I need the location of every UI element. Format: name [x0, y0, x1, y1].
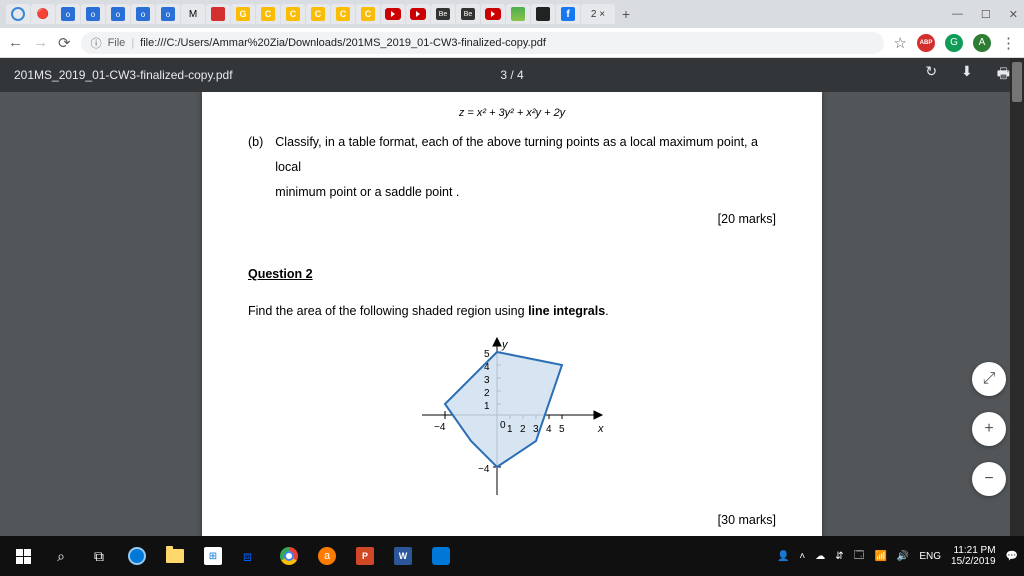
marks-label: [20 marks] — [275, 207, 776, 232]
forward-button[interactable]: → — [33, 34, 48, 51]
tab-item[interactable] — [6, 4, 30, 24]
tab-item[interactable]: f — [556, 4, 580, 24]
wifi-icon[interactable]: 📶 — [874, 551, 886, 562]
tab-item[interactable]: M — [181, 4, 205, 24]
pdf-toolbar: 201MS_2019_01-CW3-finalized-copy.pdf 3 /… — [0, 58, 1024, 92]
question-text: minimum point or a saddle point . — [275, 180, 776, 205]
tab-item[interactable]: 🔴 — [31, 4, 55, 24]
tab-item[interactable]: G — [231, 4, 255, 24]
browser-tabstrip: 🔴 o o o o o M G C C C C C Be Be f 2 × + … — [0, 0, 1024, 28]
tab-item[interactable]: C — [356, 4, 380, 24]
extension-avatar[interactable]: A — [973, 34, 991, 52]
tab-item[interactable] — [506, 4, 530, 24]
people-icon[interactable]: 👤 — [777, 551, 789, 562]
download-button[interactable]: ⬇ — [961, 63, 973, 87]
network-icon[interactable]: ⇵ — [835, 551, 843, 562]
rotate-button[interactable]: ↻ — [925, 63, 937, 87]
print-button[interactable]: 🖶 — [997, 63, 1010, 87]
equation-text: z = x² + 3y² + x²y + 2y — [248, 102, 776, 124]
tab-item[interactable]: o — [56, 4, 80, 24]
zoom-out-button[interactable]: − — [972, 462, 1006, 496]
reload-button[interactable]: ⟳ — [58, 34, 71, 52]
battery-icon[interactable]: 🗔 — [854, 548, 865, 565]
question-heading: Question 2 — [248, 262, 776, 287]
tab-item[interactable]: o — [131, 4, 155, 24]
app-word[interactable]: W — [386, 539, 420, 573]
bookmark-star[interactable]: ☆ — [894, 34, 907, 52]
notifications-icon[interactable]: 💬 — [1006, 551, 1018, 562]
extension-green[interactable]: G — [945, 34, 963, 52]
app-powerpoint[interactable]: P — [348, 539, 382, 573]
tab-item[interactable] — [381, 4, 405, 24]
tab-item[interactable]: C — [331, 4, 355, 24]
pdf-filename: 201MS_2019_01-CW3-finalized-copy.pdf — [14, 68, 233, 82]
new-tab-button[interactable]: + — [616, 6, 636, 22]
tab-item[interactable]: C — [306, 4, 330, 24]
app-edge[interactable] — [120, 539, 154, 573]
app-chrome[interactable] — [272, 539, 306, 573]
tab-item[interactable]: Be — [456, 4, 480, 24]
taskbar: ⌕ ⧉ ⊞ ⧈ a P W 👤 ˄ ☁ ⇵ 🗔 📶 🔊 ENG 11:21 PM… — [0, 536, 1024, 576]
tray-expand[interactable]: ˄ — [799, 551, 805, 562]
tab-item[interactable] — [406, 4, 430, 24]
pdf-viewport[interactable]: z = x² + 3y² + x²y + 2y (b) Classify, in… — [0, 92, 1024, 536]
start-button[interactable] — [6, 539, 40, 573]
figure-region: y x 5 4 3 2 1 0 1 2 3 4 5 −4 −4 — [412, 330, 612, 500]
window-close[interactable]: ✕ — [1009, 8, 1018, 21]
clock[interactable]: 11:21 PM15/2/2019 — [951, 545, 996, 568]
tab-active[interactable]: 2 × — [581, 4, 615, 24]
tab-item[interactable]: o — [156, 4, 180, 24]
task-view-button[interactable]: ⧉ — [82, 539, 116, 573]
info-icon[interactable]: ⓘ — [91, 35, 102, 51]
marks-label: [30 marks] — [248, 508, 776, 533]
window-minimize[interactable]: — — [952, 8, 963, 21]
tab-item[interactable]: Be — [431, 4, 455, 24]
scheme-label: File — [108, 37, 126, 49]
language-indicator[interactable]: ENG — [919, 551, 941, 562]
app-explorer[interactable] — [158, 539, 192, 573]
tab-item[interactable] — [206, 4, 230, 24]
system-tray: 👤 ˄ ☁ ⇵ 🗔 📶 🔊 ENG 11:21 PM15/2/2019 💬 — [777, 545, 1018, 568]
search-button[interactable]: ⌕ — [44, 539, 78, 573]
question-text: Find the area of the following shaded re… — [248, 299, 776, 324]
address-bar: ← → ⟳ ⓘ File | file:///C:/Users/Ammar%20… — [0, 28, 1024, 58]
tab-item[interactable]: C — [281, 4, 305, 24]
pdf-page-indicator[interactable]: 3 / 4 — [500, 68, 523, 82]
tab-item[interactable] — [531, 4, 555, 24]
window-maximize[interactable]: ☐ — [981, 8, 991, 21]
pdf-page: z = x² + 3y² + x²y + 2y (b) Classify, in… — [202, 92, 822, 536]
back-button[interactable]: ← — [8, 34, 23, 51]
scrollbar[interactable] — [1010, 58, 1024, 536]
tab-item[interactable]: C — [256, 4, 280, 24]
app-avast[interactable]: a — [310, 539, 344, 573]
question-text: Classify, in a table format, each of the… — [275, 130, 776, 180]
zoom-in-button[interactable]: + — [972, 412, 1006, 446]
menu-button[interactable]: ⋮ — [1001, 34, 1016, 52]
tab-item[interactable]: o — [106, 4, 130, 24]
extension-abp[interactable]: ABP — [917, 34, 935, 52]
url-text: file:///C:/Users/Ammar%20Zia/Downloads/2… — [140, 37, 546, 49]
volume-icon[interactable]: 🔊 — [897, 551, 909, 562]
url-field[interactable]: ⓘ File | file:///C:/Users/Ammar%20Zia/Do… — [81, 32, 884, 54]
app-code[interactable] — [424, 539, 458, 573]
app-store[interactable]: ⊞ — [196, 539, 230, 573]
fit-page-button[interactable]: ⤢ — [972, 362, 1006, 396]
part-label: (b) — [248, 130, 263, 232]
cloud-icon[interactable]: ☁ — [815, 551, 825, 562]
tab-item[interactable]: o — [81, 4, 105, 24]
tab-item[interactable] — [481, 4, 505, 24]
app-dropbox[interactable]: ⧈ — [234, 539, 268, 573]
